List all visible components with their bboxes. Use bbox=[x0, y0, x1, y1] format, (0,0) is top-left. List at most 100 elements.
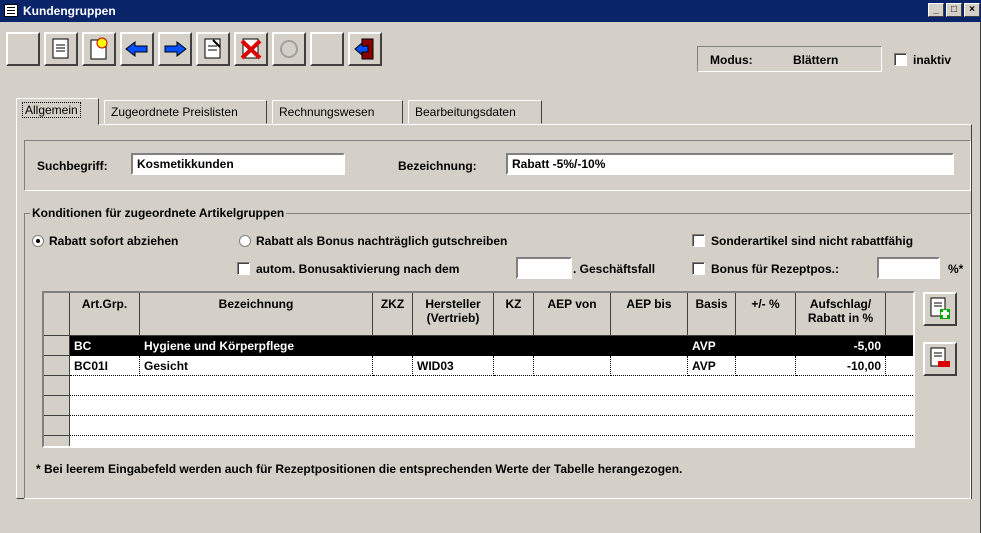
row-selector[interactable] bbox=[44, 356, 70, 376]
checkbox-icon[interactable] bbox=[692, 262, 705, 275]
radio-on-icon[interactable] bbox=[32, 235, 44, 247]
refresh-icon[interactable] bbox=[272, 32, 306, 66]
bezeichnung-field[interactable]: Rabatt -5%/-10% bbox=[506, 153, 954, 175]
geschaeftsfall-label: . Geschäftsfall bbox=[573, 262, 656, 276]
close-button[interactable]: × bbox=[964, 3, 980, 17]
window-title: Kundengruppen bbox=[23, 4, 116, 18]
table-row[interactable] bbox=[70, 396, 913, 416]
cell-kz[interactable] bbox=[494, 336, 534, 356]
suchbegriff-label: Suchbegriff: bbox=[37, 159, 108, 173]
col-basis[interactable]: Basis bbox=[688, 293, 736, 336]
tab-label: Zugeordnete Preislisten bbox=[111, 105, 238, 119]
tab-label: Rechnungswesen bbox=[279, 105, 375, 119]
maximize-button[interactable]: □ bbox=[946, 3, 962, 17]
app-icon bbox=[4, 4, 18, 17]
tab-rechnungswesen[interactable]: Rechnungswesen bbox=[272, 100, 403, 124]
arrow-left-icon[interactable] bbox=[120, 32, 154, 66]
inaktiv-label: inaktiv bbox=[913, 53, 952, 67]
tab-label: Bearbeitungsdaten bbox=[415, 105, 516, 119]
cell-filler bbox=[886, 356, 913, 376]
cell-kz[interactable] bbox=[494, 356, 534, 376]
cell-basis[interactable]: AVP bbox=[688, 336, 736, 356]
checkbox-icon[interactable] bbox=[237, 262, 250, 275]
row-header-corner bbox=[44, 293, 70, 336]
row-selector[interactable] bbox=[44, 376, 70, 396]
col-kz[interactable]: KZ bbox=[494, 293, 534, 336]
cell-plusminus[interactable] bbox=[736, 356, 796, 376]
bonus-rezept-label: Bonus für Rezeptpos.: bbox=[711, 262, 839, 276]
conditions-title: Konditionen für zugeordnete Artikelgrupp… bbox=[30, 206, 287, 220]
remove-row-icon[interactable] bbox=[923, 342, 957, 376]
tab-bearbeitungsdaten[interactable]: Bearbeitungsdaten bbox=[408, 100, 542, 124]
cell-zkz[interactable] bbox=[373, 356, 413, 376]
blank-button[interactable] bbox=[6, 32, 40, 66]
col-hersteller[interactable]: Hersteller (Vertrieb) bbox=[413, 293, 494, 336]
cell-zkz[interactable] bbox=[373, 336, 413, 356]
cell-bez[interactable]: Gesicht bbox=[140, 356, 373, 376]
cell-rabatt[interactable]: -5,00 bbox=[796, 336, 886, 356]
new-document-icon[interactable] bbox=[82, 32, 116, 66]
cell-plusminus[interactable] bbox=[736, 336, 796, 356]
footnote: * Bei leerem Eingabefeld werden auch für… bbox=[36, 462, 683, 476]
bonus-rezept-field[interactable] bbox=[877, 257, 940, 279]
tab-preislisten[interactable]: Zugeordnete Preislisten bbox=[104, 100, 267, 124]
inaktiv-checkbox[interactable]: inaktiv bbox=[894, 53, 951, 67]
arrow-right-icon[interactable] bbox=[158, 32, 192, 66]
sonder-label: Sonderartikel sind nicht rabattfähig bbox=[711, 234, 914, 248]
col-aep-bis[interactable]: AEP bis bbox=[611, 293, 688, 336]
col-artgrp[interactable]: Art.Grp. bbox=[70, 293, 140, 336]
conditions-table[interactable]: Art.Grp. Bezeichnung ZKZ Hersteller (Ver… bbox=[42, 291, 915, 448]
col-filler bbox=[886, 293, 913, 336]
col-aep-von[interactable]: AEP von bbox=[534, 293, 611, 336]
suchbegriff-field[interactable]: Kosmetikkunden bbox=[131, 153, 345, 175]
checkbox-icon[interactable] bbox=[692, 234, 705, 247]
cell-aep-bis[interactable] bbox=[611, 356, 688, 376]
radio-bonus[interactable]: Rabatt als Bonus nachträglich gutschreib… bbox=[239, 234, 507, 248]
cell-basis[interactable]: AVP bbox=[688, 356, 736, 376]
cell-bez[interactable]: Hygiene und Körperpflege bbox=[140, 336, 373, 356]
bezeichnung-label: Bezeichnung: bbox=[398, 159, 477, 173]
radio-sofort-label: Rabatt sofort abziehen bbox=[49, 234, 179, 248]
percent-label: %* bbox=[948, 262, 964, 276]
row-selector[interactable] bbox=[44, 416, 70, 436]
edit-document-icon[interactable] bbox=[196, 32, 230, 66]
exit-door-icon[interactable] bbox=[348, 32, 382, 66]
geschaeftsfall-field[interactable] bbox=[516, 257, 572, 279]
delete-icon[interactable] bbox=[234, 32, 268, 66]
cell-artgrp[interactable]: BC01I bbox=[70, 356, 140, 376]
cell-artgrp[interactable]: BC bbox=[70, 336, 140, 356]
col-rabatt[interactable]: Aufschlag/ Rabatt in % bbox=[796, 293, 886, 336]
modus-value: Blättern bbox=[793, 53, 839, 67]
notepad-icon[interactable] bbox=[44, 32, 78, 66]
modus-display: Modus: Blättern bbox=[697, 46, 882, 72]
checkbox-icon[interactable] bbox=[894, 53, 907, 66]
col-plusminus[interactable]: +/- % bbox=[736, 293, 796, 336]
cell-filler bbox=[886, 336, 913, 356]
cell-hersteller[interactable] bbox=[413, 336, 494, 356]
add-row-icon[interactable] bbox=[923, 292, 957, 326]
radio-sofort[interactable]: Rabatt sofort abziehen bbox=[32, 234, 178, 248]
window: Kundengruppen _ □ × Modus: Blättern inak… bbox=[0, 0, 981, 533]
radio-off-icon[interactable] bbox=[239, 235, 251, 247]
cell-aep-von[interactable] bbox=[534, 336, 611, 356]
cell-aep-von[interactable] bbox=[534, 356, 611, 376]
title-bar: Kundengruppen _ □ × bbox=[0, 0, 981, 22]
tab-label: Allgemein bbox=[22, 102, 81, 118]
cell-rabatt[interactable]: -10,00 bbox=[796, 356, 886, 376]
modus-label: Modus: bbox=[710, 53, 753, 67]
bonus-rezept-checkbox[interactable]: Bonus für Rezeptpos.: bbox=[692, 262, 839, 276]
cell-aep-bis[interactable] bbox=[611, 336, 688, 356]
row-selector[interactable] bbox=[44, 396, 70, 416]
table-row[interactable] bbox=[70, 376, 913, 396]
col-zkz[interactable]: ZKZ bbox=[373, 293, 413, 336]
table-row[interactable] bbox=[70, 416, 913, 436]
cell-hersteller[interactable]: WID03 bbox=[413, 356, 494, 376]
blank-button[interactable] bbox=[310, 32, 344, 66]
tab-allgemein[interactable]: Allgemein bbox=[16, 98, 99, 125]
col-bezeichnung[interactable]: Bezeichnung bbox=[140, 293, 373, 336]
sonder-checkbox[interactable]: Sonderartikel sind nicht rabattfähig bbox=[692, 234, 913, 248]
row-selector[interactable] bbox=[44, 336, 70, 356]
row-selector[interactable] bbox=[44, 436, 70, 446]
autom-checkbox[interactable]: autom. Bonusaktivierung nach dem bbox=[237, 262, 459, 276]
minimize-button[interactable]: _ bbox=[928, 3, 944, 17]
